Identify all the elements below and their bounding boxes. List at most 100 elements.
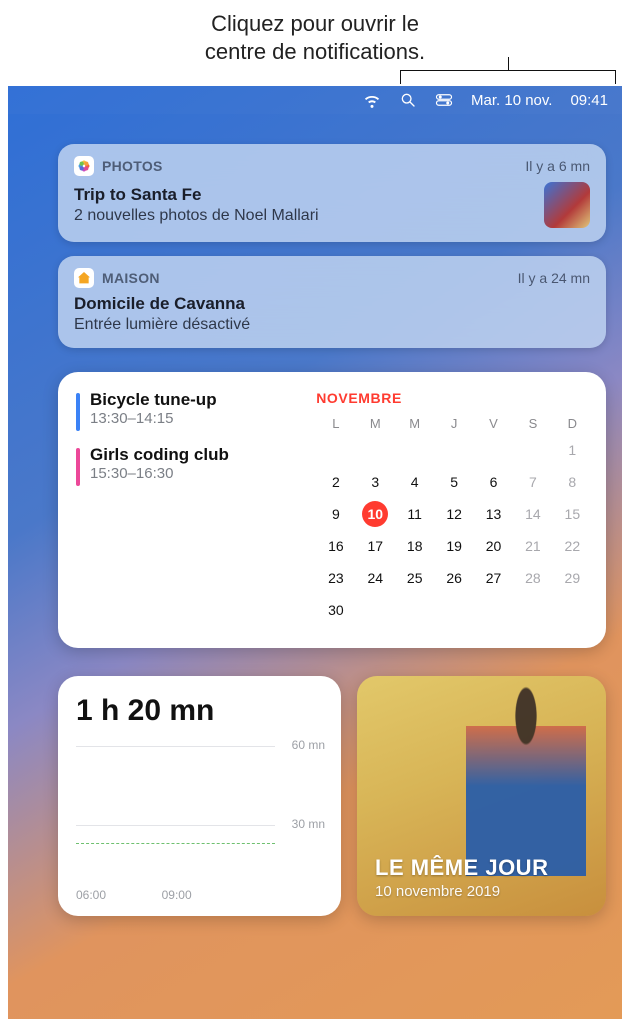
calendar-day: [553, 594, 592, 626]
notification-thumbnail: [544, 182, 590, 228]
calendar-day[interactable]: 25: [395, 562, 434, 594]
chart-ylabel: 30 mn: [292, 817, 325, 831]
notification-title: Domicile de Cavanna: [74, 294, 250, 314]
calendar-day[interactable]: 20: [474, 530, 513, 562]
notification-app-name: PHOTOS: [102, 158, 163, 174]
calendar-week-row: 16171819202122: [316, 530, 592, 562]
calendar-day: [356, 594, 395, 626]
calendar-day[interactable]: 13: [474, 498, 513, 530]
calendar-week-row: 9101112131415: [316, 498, 592, 530]
calendar-day[interactable]: 4: [395, 466, 434, 498]
chart-gridline: [76, 746, 275, 747]
annotation-line1: Cliquez pour ouvrir le: [0, 10, 630, 38]
event-color-bar: [76, 448, 80, 486]
calendar-events-list: Bicycle tune-up 13:30–14:15 Girls coding…: [76, 390, 308, 626]
calendar-day[interactable]: 5: [434, 466, 473, 498]
calendar-event[interactable]: Bicycle tune-up 13:30–14:15: [76, 390, 308, 431]
chart-bars: [76, 760, 275, 880]
calendar-day[interactable]: 7: [513, 466, 552, 498]
calendar-day[interactable]: 14: [513, 498, 552, 530]
chart-xlabel: [219, 888, 247, 902]
calendar-day: [434, 434, 473, 466]
wifi-icon[interactable]: [363, 92, 381, 108]
calendar-day: [474, 594, 513, 626]
calendar-day[interactable]: 11: [395, 498, 434, 530]
calendar-day: [316, 434, 355, 466]
memory-photo: [466, 676, 586, 876]
calendar-day[interactable]: 8: [553, 466, 592, 498]
calendar-day[interactable]: 12: [434, 498, 473, 530]
notification-app-name: MAISON: [102, 270, 160, 286]
chart-xlabel: [106, 888, 134, 902]
calendar-day[interactable]: 15: [553, 498, 592, 530]
calendar-day[interactable]: 9: [316, 498, 355, 530]
calendar-event[interactable]: Girls coding club 15:30–16:30: [76, 445, 308, 486]
control-center-icon[interactable]: [435, 92, 453, 108]
calendar-day[interactable]: 28: [513, 562, 552, 594]
event-time: 13:30–14:15: [90, 410, 217, 427]
photos-app-icon: [74, 156, 94, 176]
notification[interactable]: PHOTOS Il y a 6 mn Trip to Santa Fe 2 nouve…: [58, 144, 606, 242]
screentime-widget[interactable]: 1 h 20 mn 60 mn 30 mn 06:0009:00: [58, 676, 341, 916]
calendar-day: [395, 434, 434, 466]
chart-xlabel: [192, 888, 220, 902]
memory-subtitle: 10 novembre 2019: [375, 883, 548, 900]
calendar-weekday: J: [434, 412, 473, 434]
calendar-week-row: 2345678: [316, 466, 592, 498]
event-color-bar: [76, 393, 80, 431]
chart-xlabel: [247, 888, 275, 902]
menubar-time[interactable]: 09:41: [570, 92, 608, 109]
calendar-widget[interactable]: Bicycle tune-up 13:30–14:15 Girls coding…: [58, 372, 606, 648]
chart-xlabel: 06:00: [76, 888, 106, 902]
calendar-day[interactable]: 26: [434, 562, 473, 594]
photos-memory-widget[interactable]: LE MÊME JOUR 10 novembre 2019: [357, 676, 606, 916]
calendar-day[interactable]: 27: [474, 562, 513, 594]
calendar-day[interactable]: 24: [356, 562, 395, 594]
calendar-day: [513, 594, 552, 626]
calendar-week-row: 30: [316, 594, 592, 626]
calendar-weekday: M: [356, 412, 395, 434]
calendar-weekday: V: [474, 412, 513, 434]
notification-time: Il y a 6 mn: [525, 158, 590, 174]
calendar-day[interactable]: 21: [513, 530, 552, 562]
calendar-day[interactable]: 29: [553, 562, 592, 594]
calendar-day[interactable]: 23: [316, 562, 355, 594]
memory-title: LE MÊME JOUR: [375, 855, 548, 881]
calendar-week-row: 1: [316, 434, 592, 466]
notification[interactable]: MAISONIl y a 24 mnDomicile de CavannaEnt…: [58, 256, 606, 348]
desktop: Mar. 10 nov. 09:41 PHOTOS Il y a 6 mn Trip…: [8, 86, 622, 1019]
calendar-day[interactable]: 6: [474, 466, 513, 498]
calendar-day: [434, 594, 473, 626]
spotlight-icon[interactable]: [399, 92, 417, 108]
chart-xlabels: 06:0009:00: [76, 888, 275, 902]
menubar-date[interactable]: Mar. 10 nov.: [471, 92, 552, 109]
event-title: Bicycle tune-up: [90, 390, 217, 410]
annotation-bracket: [400, 70, 616, 84]
screentime-total: 1 h 20 mn: [76, 694, 325, 728]
notification-title: Trip to Santa Fe: [74, 185, 319, 205]
calendar-day[interactable]: 10: [356, 498, 395, 530]
calendar-week-row: 23242526272829: [316, 562, 592, 594]
calendar-day[interactable]: 22: [553, 530, 592, 562]
notification-text: 2 nouvelles photos de Noel Mallari: [74, 207, 319, 225]
calendar-month-grid: NOVEMBRE LMMJVSD 12345678910111213141516…: [316, 390, 592, 626]
calendar-weekday-header: LMMJVSD: [316, 412, 592, 434]
notification-center: PHOTOS Il y a 6 mn Trip to Santa Fe 2 nouve…: [8, 114, 622, 932]
annotation-line2: centre de notifications.: [0, 38, 630, 66]
calendar-day: [474, 434, 513, 466]
calendar-day: [513, 434, 552, 466]
widget-row: 1 h 20 mn 60 mn 30 mn 06:0009:00 LE MÊME…: [58, 676, 606, 916]
calendar-day[interactable]: 17: [356, 530, 395, 562]
screentime-chart: 60 mn 30 mn 06:0009:00: [76, 738, 325, 902]
calendar-day[interactable]: 30: [316, 594, 355, 626]
calendar-day[interactable]: 18: [395, 530, 434, 562]
calendar-weekday: M: [395, 412, 434, 434]
calendar-month-label: NOVEMBRE: [316, 390, 592, 406]
calendar-day[interactable]: 2: [316, 466, 355, 498]
calendar-day[interactable]: 19: [434, 530, 473, 562]
notification-time: Il y a 24 mn: [518, 270, 590, 286]
calendar-day: [395, 594, 434, 626]
calendar-day[interactable]: 3: [356, 466, 395, 498]
calendar-day[interactable]: 16: [316, 530, 355, 562]
calendar-day[interactable]: 1: [553, 434, 592, 466]
